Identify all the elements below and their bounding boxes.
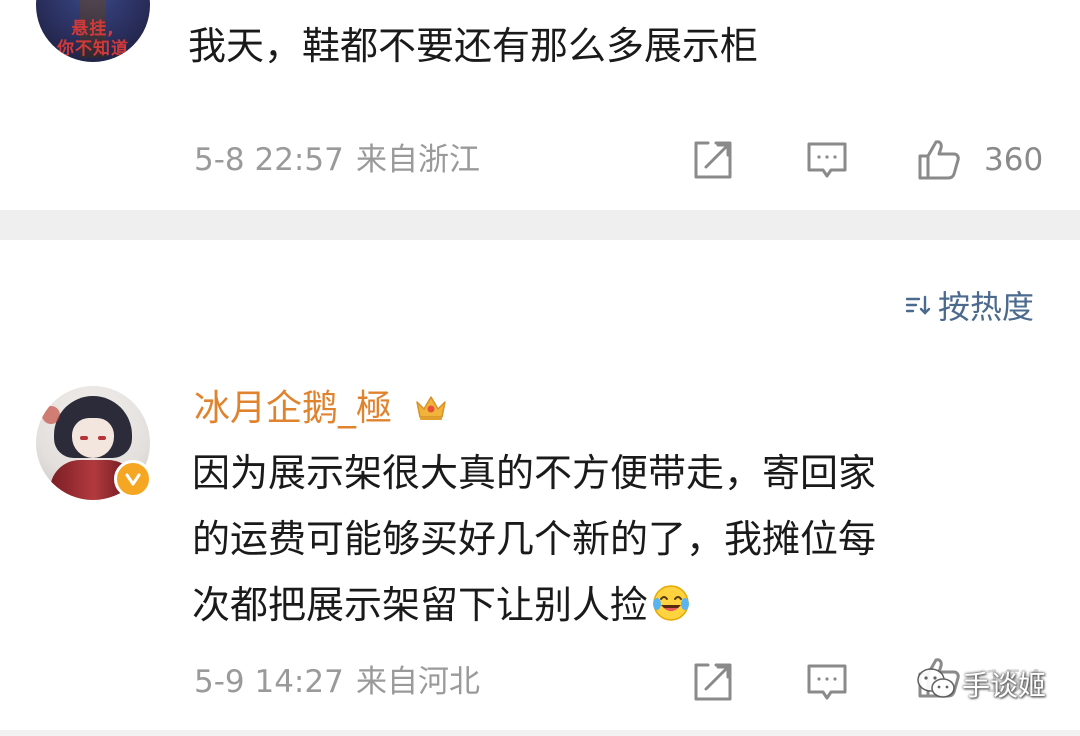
- wechat-icon: [917, 668, 955, 698]
- laugh-cry-emoji-icon: [653, 585, 690, 621]
- like-icon[interactable]: [916, 136, 962, 182]
- watermark: 手谈姬: [916, 664, 1046, 704]
- comment-icon[interactable]: [804, 137, 850, 183]
- comment-timestamp: 5-9 14:27: [194, 664, 344, 700]
- avatar-text: 你不知道: [57, 39, 129, 59]
- comment-icon[interactable]: [804, 659, 850, 705]
- comment-text-line: 次都把展示架留下让别人捡: [192, 572, 1022, 638]
- username[interactable]: 冰月企鹅_極: [194, 384, 392, 434]
- sort-label: 按热度: [937, 288, 1034, 326]
- avatar[interactable]: [36, 386, 152, 500]
- watermark-text: 手谈姬: [961, 669, 1046, 702]
- like-count: 360: [984, 142, 1044, 178]
- sort-by-hot-button[interactable]: 按热度: [904, 283, 1034, 327]
- share-icon[interactable]: [690, 659, 736, 705]
- verified-badge-icon: [114, 460, 152, 498]
- comment-text-line: 因为展示架很大真的不方便带走，寄回家: [192, 451, 877, 495]
- share-icon[interactable]: [690, 137, 736, 183]
- comment-location: 来自浙江: [356, 142, 480, 178]
- sort-icon: [905, 295, 931, 315]
- comment-text: 因为展示架很大真的不方便带走，寄回家 的运费可能够买好几个新的了，我摊位每 次都…: [192, 440, 1022, 638]
- section-divider: [0, 210, 1080, 240]
- comment-location: 来自河北: [356, 664, 480, 700]
- crown-icon: [416, 396, 446, 420]
- avatar[interactable]: 悬挂, 你不知道: [36, 0, 150, 62]
- comment-text: 我天，鞋都不要还有那么多展示柜: [188, 24, 759, 68]
- section-divider: [0, 730, 1080, 736]
- comment-text-line: 的运费可能够买好几个新的了，我摊位每: [192, 517, 877, 561]
- comment-timestamp: 5-8 22:57: [194, 142, 344, 178]
